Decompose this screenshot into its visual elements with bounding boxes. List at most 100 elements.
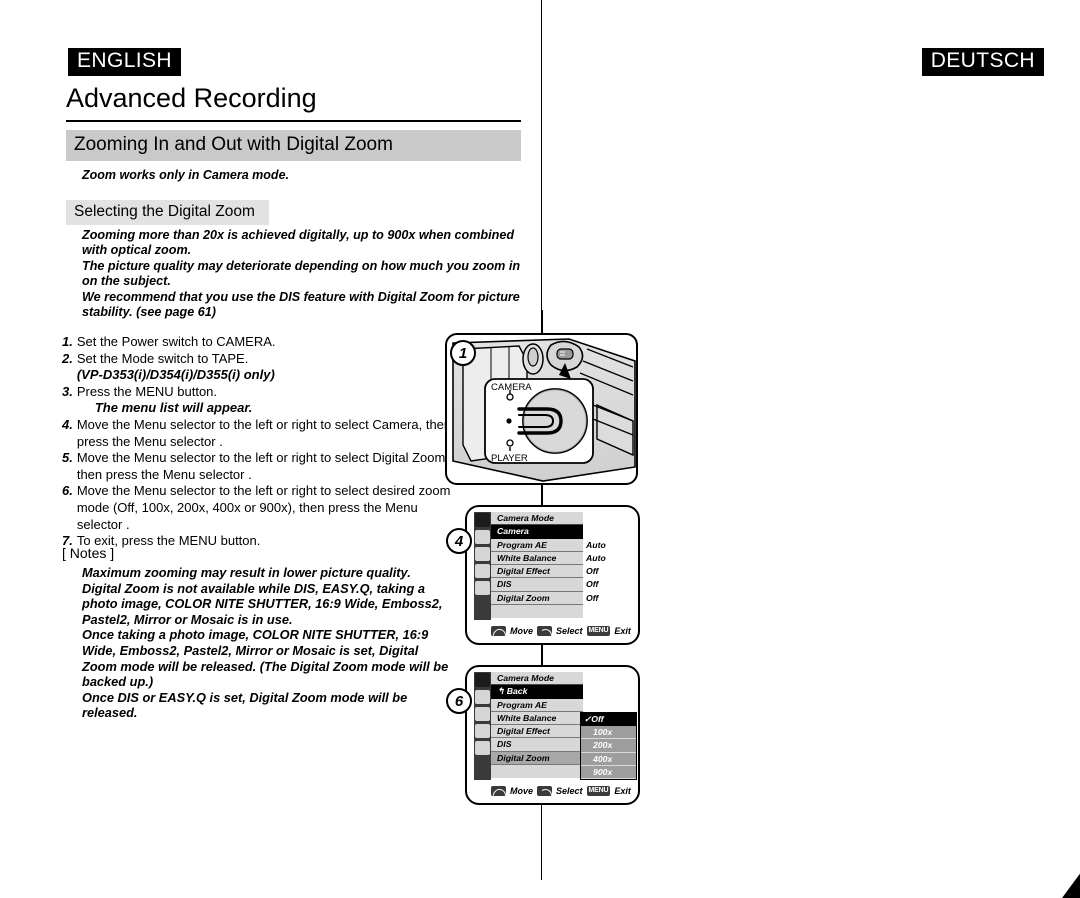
step-text: Move the Menu selector to the left or ri… bbox=[76, 483, 451, 532]
steps-list-english: 1. Set the Power switch to CAMERA. 2. Se… bbox=[62, 334, 454, 550]
lcd-menu-title: Camera Mode bbox=[491, 512, 583, 526]
lcd-footer-1: Move Select MENU Exit bbox=[491, 624, 637, 638]
lcd-value: Off bbox=[586, 566, 599, 577]
manual-page: ENGLISH Advanced Recording Zooming In an… bbox=[0, 0, 1080, 898]
menu-key-icon: MENU bbox=[586, 786, 611, 796]
figure-connector bbox=[541, 485, 543, 507]
step-item: 1. Set the Power switch to CAMERA. bbox=[62, 334, 454, 351]
lcd-row-item[interactable]: White Balance bbox=[491, 711, 583, 726]
dropdown-option[interactable]: 900x bbox=[581, 766, 636, 780]
step-item: 6. Move the Menu selector to the left or… bbox=[62, 483, 454, 533]
lcd-row-item[interactable]: DIS bbox=[491, 738, 583, 752]
settings-gear-icon bbox=[475, 741, 490, 755]
lcd-rows-2: Camera Mode ↰ Back Program AE White Bala… bbox=[491, 672, 583, 779]
photo-camera-icon bbox=[475, 530, 490, 544]
lcd-menu-figure-2: Camera Mode ↰ Back Program AE White Bala… bbox=[465, 665, 640, 805]
paragraph: The picture quality may deteriorate depe… bbox=[82, 258, 521, 289]
lcd-value: Off bbox=[586, 592, 599, 603]
callout-marker-4: 4 bbox=[446, 528, 472, 554]
lcd-menu-figure-1: Camera Mode Camera Program AE White Bala… bbox=[465, 505, 640, 645]
step-text: Set the Power switch to CAMERA. bbox=[76, 334, 276, 349]
lcd-row-item[interactable]: Program AE bbox=[491, 698, 583, 712]
step-item: 5. Move the Menu selector to the left or… bbox=[62, 450, 454, 483]
lcd-selected-row[interactable]: Camera bbox=[491, 525, 583, 539]
lcd-row-item[interactable]: Digital Effect bbox=[491, 725, 583, 739]
note-item: Digital Zoom is not available while DIS,… bbox=[82, 580, 443, 627]
lcd-row-item[interactable]: DIS bbox=[491, 578, 583, 592]
lcd-value-spacer bbox=[586, 512, 636, 525]
lcd-footer-2: Move Select MENU Exit bbox=[491, 784, 637, 798]
step-item: 2. Set the Mode switch to TAPE. (VP-D353… bbox=[62, 351, 454, 384]
figure-connector bbox=[541, 645, 543, 667]
select-dial-icon bbox=[537, 626, 553, 636]
step-item: 3. Press the MENU button. The menu list … bbox=[62, 384, 454, 417]
back-arrow-icon: ↰ bbox=[497, 686, 507, 697]
photo-camera-icon bbox=[475, 690, 490, 704]
figure-connector bbox=[541, 310, 543, 334]
step-item: 7. To exit, press the MENU button. bbox=[62, 533, 454, 550]
step-text: Press the MENU button. bbox=[76, 383, 218, 399]
note-item: Maximum zooming may result in lower pict… bbox=[82, 565, 411, 580]
language-tag-german: DEUTSCH bbox=[921, 48, 1044, 76]
step-text: Move the Menu selector to the left or ri… bbox=[76, 416, 452, 449]
step-number: 5. bbox=[62, 450, 73, 466]
memory-icon bbox=[475, 724, 490, 738]
page-number: 67 bbox=[1062, 872, 1080, 894]
dropdown-option[interactable]: 400x bbox=[581, 753, 636, 767]
footer-move-label: Move bbox=[510, 626, 534, 636]
memory-icon bbox=[475, 564, 490, 578]
header-rule-english bbox=[66, 120, 521, 122]
lcd-row-item-active[interactable]: Digital Zoom bbox=[491, 751, 583, 766]
lcd-value: Auto bbox=[586, 539, 606, 550]
intro-paragraphs-english: Zooming more than 20x is achieved digita… bbox=[82, 228, 537, 320]
movie-clip-icon bbox=[475, 547, 490, 561]
svg-text:CAMERA: CAMERA bbox=[491, 382, 532, 393]
step-text: To exit, press the MENU button. bbox=[76, 533, 261, 549]
callout-marker-1: 1 bbox=[450, 340, 476, 366]
camcorder-drawing: CAMERA PLAYER bbox=[452, 338, 636, 482]
camcorder-icon bbox=[475, 673, 490, 687]
move-dial-icon bbox=[491, 786, 506, 796]
note-item: Once DIS or EASY.Q is set, Digital Zoom … bbox=[82, 689, 408, 721]
step-subtext: (VP-D353(i)/D354(i)/D355(i) only) bbox=[76, 367, 275, 383]
step-subtext: The menu list will appear. bbox=[94, 400, 253, 416]
lcd-screen-2: Camera Mode ↰ Back Program AE White Bala… bbox=[474, 672, 637, 800]
paragraph: We recommend that you use the DIS featur… bbox=[82, 289, 520, 320]
lcd-value: Auto bbox=[586, 552, 606, 563]
lcd-row-filler bbox=[491, 765, 583, 779]
footer-select-label: Select bbox=[556, 626, 583, 636]
notes-heading-english: [ Notes ] bbox=[62, 545, 115, 561]
lcd-row-item[interactable]: Digital Zoom bbox=[491, 591, 583, 606]
settings-gear-icon bbox=[475, 581, 490, 595]
lcd-rows-1: Camera Mode Camera Program AE White Bala… bbox=[491, 512, 583, 619]
lcd-row-item[interactable]: White Balance bbox=[491, 551, 583, 566]
page-title-english: Advanced Recording bbox=[66, 83, 317, 113]
lcd-row-item[interactable]: Program AE bbox=[491, 538, 583, 552]
step-number: 3. bbox=[62, 383, 73, 399]
language-tag-english: ENGLISH bbox=[68, 48, 181, 76]
footer-select-label: Select bbox=[556, 786, 583, 796]
lcd-screen-1: Camera Mode Camera Program AE White Bala… bbox=[474, 512, 637, 640]
step-item: 4. Move the Menu selector to the left or… bbox=[62, 417, 454, 450]
lcd-value: Off bbox=[586, 579, 599, 590]
lcd-back-row[interactable]: ↰ Back bbox=[491, 685, 583, 699]
lcd-values-1: Auto Auto Off Off Off bbox=[586, 512, 636, 605]
subsection-title-english: Selecting the Digital Zoom bbox=[66, 200, 269, 225]
digital-zoom-dropdown[interactable]: ✓Off 100x 200x 400x 900x bbox=[580, 711, 637, 781]
lcd-sidebar-1 bbox=[474, 512, 491, 620]
step-number: 4. bbox=[62, 416, 73, 432]
callout-marker-6: 6 bbox=[446, 688, 472, 714]
dropdown-option[interactable]: 100x bbox=[581, 726, 636, 740]
dropdown-option-selected[interactable]: ✓Off bbox=[581, 712, 636, 727]
lcd-menu-title: Camera Mode bbox=[491, 672, 583, 686]
lcd-row-item[interactable]: Digital Effect bbox=[491, 565, 583, 579]
move-dial-icon bbox=[491, 626, 506, 636]
select-dial-icon bbox=[537, 786, 553, 796]
lcd-sidebar-2 bbox=[474, 672, 491, 780]
dropdown-option[interactable]: 200x bbox=[581, 739, 636, 753]
note-item: Once taking a photo image, COLOR NITE SH… bbox=[82, 627, 449, 690]
step-text: Move the Menu selector to the left or ri… bbox=[76, 450, 449, 482]
step-number: 1. bbox=[62, 334, 73, 349]
step-text: Set the Mode switch to TAPE. bbox=[76, 350, 249, 366]
notes-list-english: Maximum zooming may result in lower pict… bbox=[82, 565, 454, 721]
